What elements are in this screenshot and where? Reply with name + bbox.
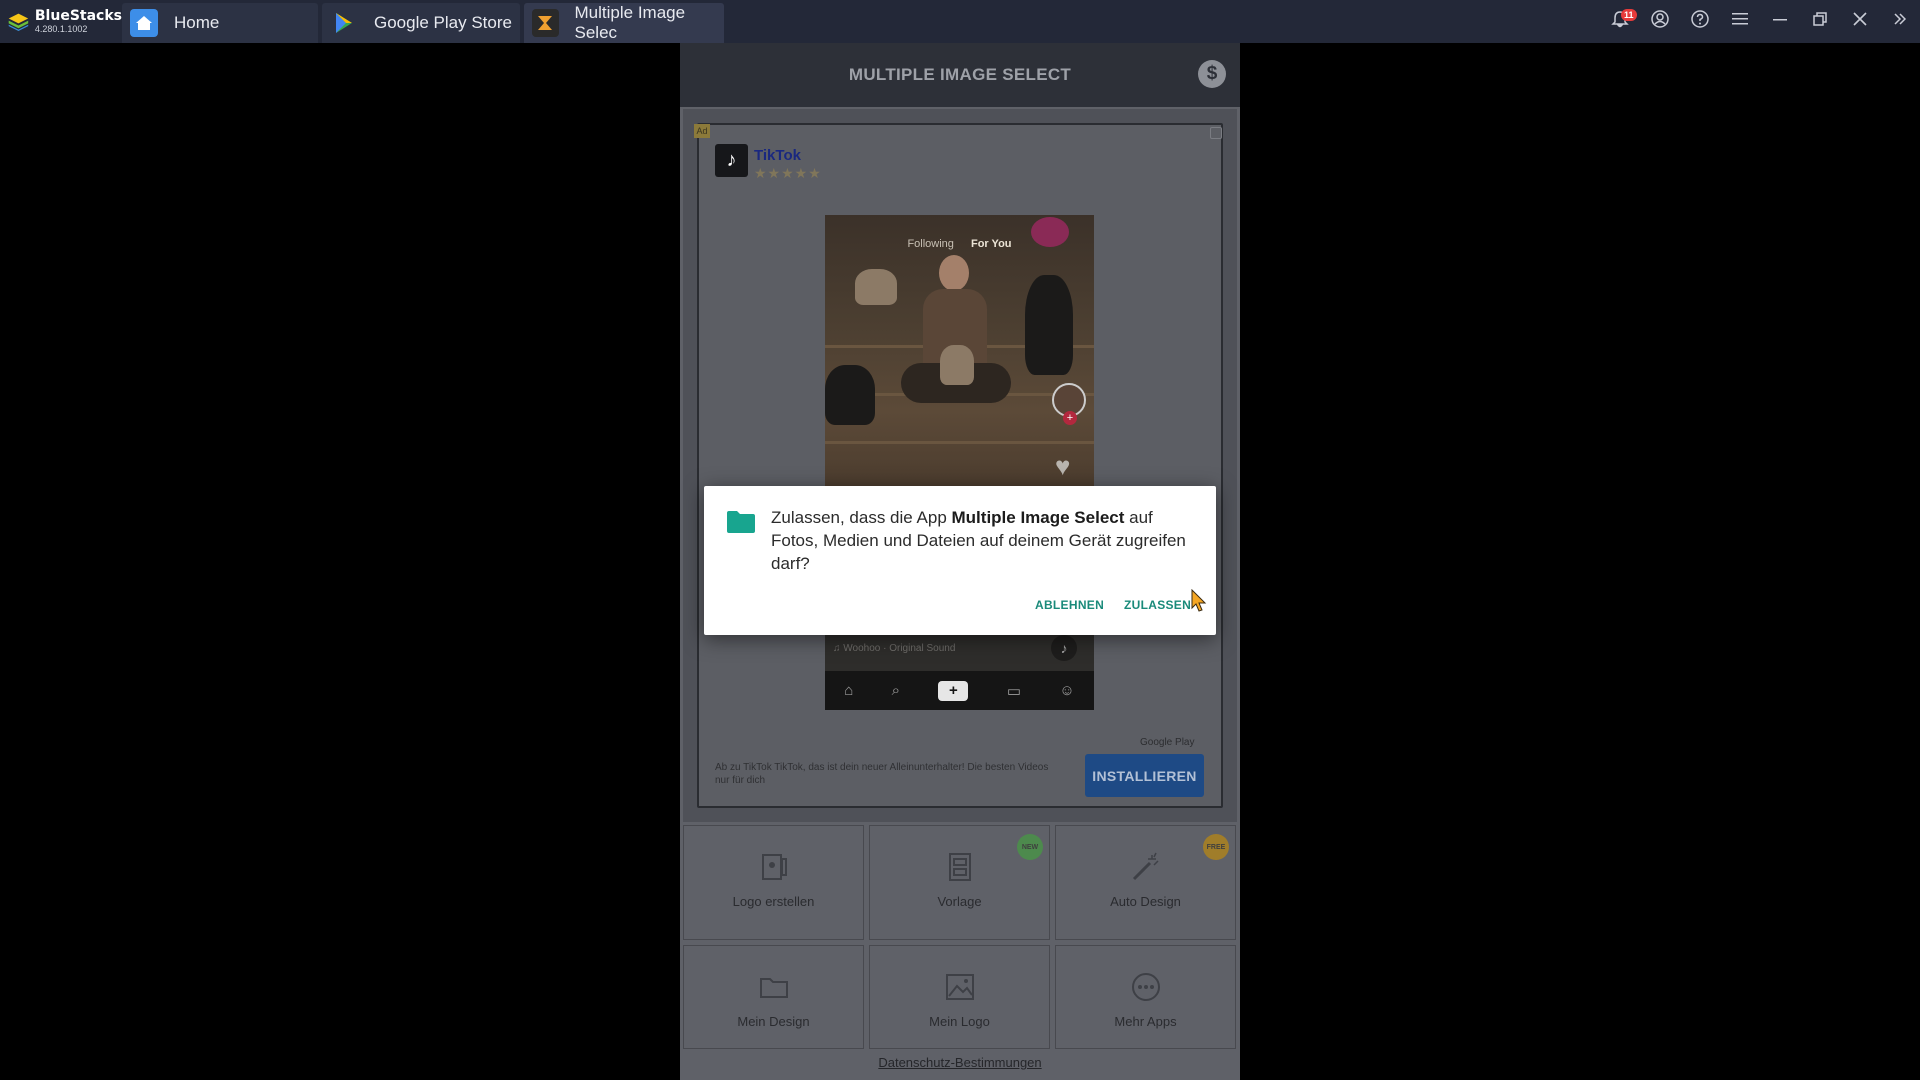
home-icon: ⌂ [844,682,854,699]
menu-button[interactable] [1720,0,1760,43]
minimize-icon [1773,12,1787,31]
notification-count-badge: 11 [1621,9,1637,21]
dollar-coin-icon[interactable]: $ [1198,60,1226,88]
minimize-button[interactable] [1760,0,1800,43]
create-plus-icon: + [938,680,969,701]
hamburger-icon [1732,12,1748,31]
allow-button[interactable]: ZULASSEN [1124,598,1191,612]
tab-for-you: For You [970,238,1012,250]
close-icon [1853,12,1867,31]
notifications-button[interactable]: 11 [1600,0,1640,43]
logo-create-icon [757,850,791,884]
video-dog [825,365,875,425]
tiktok-logo-icon: ♪ [715,144,748,177]
magic-wand-icon [1129,850,1163,884]
privacy-policy-link[interactable]: Datenschutz-Bestimmungen [680,1055,1240,1070]
tile-mein-logo[interactable]: Mein Logo [869,945,1050,1049]
inbox-icon: ▭ [1006,682,1022,700]
tab-label: Multiple Image Selec [574,3,686,42]
expand-sidebar-button[interactable] [1880,0,1920,43]
search-icon: ⌕ [891,682,901,699]
tab-following: Following [907,238,954,250]
video-feed-tabs: Following For You [825,238,1094,250]
ad-video[interactable]: Following For You + ♥ ♫ Woohoo · Origina… [825,215,1094,710]
double-chevron-right-icon [1893,12,1907,31]
video-sound-label: ♫ Woohoo · Original Sound [833,643,956,654]
tab-google-play-store[interactable]: Google Play Store [322,3,520,43]
brand-name: BlueStacks [34,8,122,24]
account-icon [1651,10,1669,33]
tile-logo-erstellen[interactable]: Logo erstellen [683,825,864,940]
deny-button[interactable]: ABLEHNEN [1035,598,1104,612]
image-icon [943,970,977,1004]
follow-plus-icon: + [1063,411,1077,425]
app-header: MULTIPLE IMAGE SELECT $ [680,43,1240,107]
title-bar-controls: 11 [1600,0,1920,43]
install-button[interactable]: INSTALLIEREN [1085,754,1204,797]
help-button[interactable] [1680,0,1720,43]
emulator-title-bar: BlueStacks 4.280.1.1002 Home Google Play… [0,0,1920,43]
video-dog [940,345,974,385]
tile-label: Mein Logo [929,1014,990,1029]
tab-label: Home [174,13,220,32]
video-nav-bar: ⌂ ⌕ + ▭ ☺ [825,671,1094,710]
more-apps-icon [1129,970,1163,1004]
heart-icon: ♥ [1055,451,1071,481]
video-dog [1025,275,1073,375]
tab-home[interactable]: Home [122,3,318,43]
brand-version: 4.280.1.1002 [34,24,88,34]
template-icon [943,850,977,884]
ad-label: Ad [694,124,710,138]
rating-stars: ★★★★★ [754,165,822,181]
tile-auto-design[interactable]: FREE Auto Design [1055,825,1236,940]
tile-label: Logo erstellen [732,894,815,909]
tab-label: Google Play Store [374,13,512,32]
home-icon [130,9,158,37]
permission-message: Zulassen, dass die App Multiple Image Se… [771,506,1191,575]
permission-dialog: Zulassen, dass die App Multiple Image Se… [704,486,1216,635]
music-disc-icon: ♪ [1051,635,1077,661]
advertiser-name[interactable]: TikTok [754,147,801,164]
tile-label: Vorlage [937,894,982,909]
tile-label: Mehr Apps [1114,1014,1177,1029]
app-title: MULTIPLE IMAGE SELECT [848,65,1072,84]
free-badge: FREE [1203,834,1229,860]
ad-choices-icon[interactable] [1210,127,1222,139]
bluestacks-logo-icon [8,13,29,31]
help-icon [1691,10,1709,33]
tile-label: Auto Design [1110,894,1181,909]
folder-icon [726,510,756,534]
account-button[interactable] [1640,0,1680,43]
restore-icon [1813,12,1827,31]
permission-text-before: Zulassen, dass die App [771,508,952,527]
permission-app-name: Multiple Image Select [951,508,1125,527]
restore-button[interactable] [1800,0,1840,43]
tab-multiple-image-select[interactable]: Multiple Image Selec [524,3,724,43]
tile-vorlage[interactable]: NEW Vorlage [869,825,1050,940]
play-store-icon [330,9,358,37]
folder-icon [757,970,791,1004]
tile-label: Mein Design [737,1014,810,1029]
profile-icon: ☺ [1059,682,1075,699]
ad-description: Ab zu TikTok TikTok, das ist dein neuer … [715,762,1049,786]
video-dog [855,269,897,305]
tile-mehr-apps[interactable]: Mehr Apps [1055,945,1236,1049]
close-button[interactable] [1840,0,1880,43]
new-badge: NEW [1017,834,1043,860]
bluestacks-logo: BlueStacks 4.280.1.1002 [0,0,122,43]
app-icon [532,9,559,37]
video-person [901,255,1011,425]
ad-source: Google Play [1140,737,1195,748]
mouse-cursor-icon [1191,588,1207,618]
tile-mein-design[interactable]: Mein Design [683,945,864,1049]
